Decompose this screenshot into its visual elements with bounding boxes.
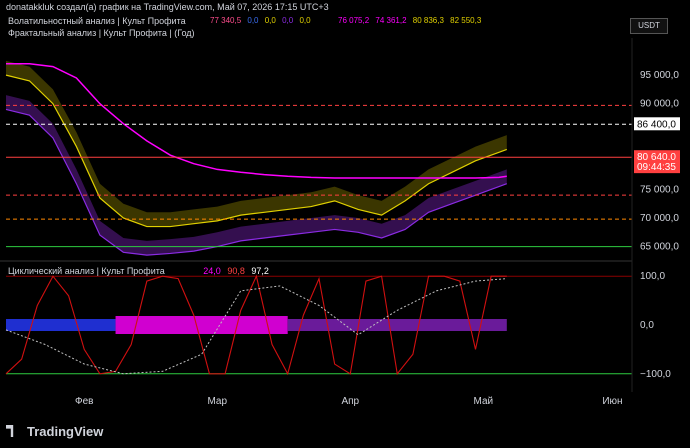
ind1-val-4: 0,0 [299, 16, 311, 25]
ind1-val-8: 82 550,3 [450, 16, 482, 25]
mean-line [6, 62, 507, 179]
osc-val-1: 90,8 [227, 266, 245, 276]
osc-y-tick-label: 100,0 [640, 271, 665, 282]
osc-histogram-blue [6, 319, 116, 331]
price-label-text: 09:44:35 [637, 162, 676, 173]
ind1-val-7: 80 836,3 [412, 16, 444, 25]
x-tick-label: Мар [207, 396, 227, 407]
x-tick-label: Фев [75, 396, 93, 407]
osc-val-2: 97,2 [251, 266, 269, 276]
osc-val-0: 24,0 [203, 266, 221, 276]
chart-canvas[interactable]: 95 000,0 90 000,0 75 000,0 70 000,0 65 000,0… [0, 0, 690, 448]
y-tick-label: 75 000,0 [640, 184, 679, 195]
osc-histogram-magenta [115, 316, 288, 334]
ind1-val-2: 0,0 [264, 16, 276, 25]
x-tick-label: Май [474, 396, 494, 407]
y-tick-label: 65 000,0 [640, 242, 679, 253]
brand-name: TradingView [27, 424, 104, 439]
osc-y-tick-label: 0,0 [640, 320, 654, 331]
ind1-val-1: 0,0 [247, 16, 259, 25]
footer [0, 420, 690, 448]
y-tick-label: 70 000,0 [640, 213, 679, 224]
y-tick-label: 90 000,0 [640, 99, 679, 110]
indicator3-title[interactable]: Циклический анализ | Культ Профита [8, 266, 165, 276]
chart-window: donatakkluk создал(а) график на TradingV… [0, 0, 690, 448]
osc-y-tick-label: −100,0 [640, 369, 671, 380]
symbol-box[interactable]: USDT [630, 18, 668, 34]
indicator2-title[interactable]: Фрактальный анализ | Культ Профита | (Го… [8, 28, 195, 38]
tradingview-logo[interactable]: TradingView [6, 424, 103, 439]
ind1-val-0: 77 340,5 [210, 16, 242, 25]
tradingview-logo-icon [6, 425, 14, 437]
x-tick-label: Июн [602, 396, 622, 407]
indicator1-title[interactable]: Волатильностный анализ | Культ Профита [8, 16, 186, 26]
x-tick-label: Апр [341, 396, 359, 407]
price-label-text: 86 400,0 [637, 119, 676, 130]
y-tick-label: 95 000,0 [640, 70, 679, 81]
ind1-val-5: 76 075,2 [338, 16, 370, 25]
ind1-val-3: 0,0 [282, 16, 294, 25]
osc-histogram-purple [287, 319, 507, 331]
ind1-val-6: 74 361,2 [375, 16, 407, 25]
